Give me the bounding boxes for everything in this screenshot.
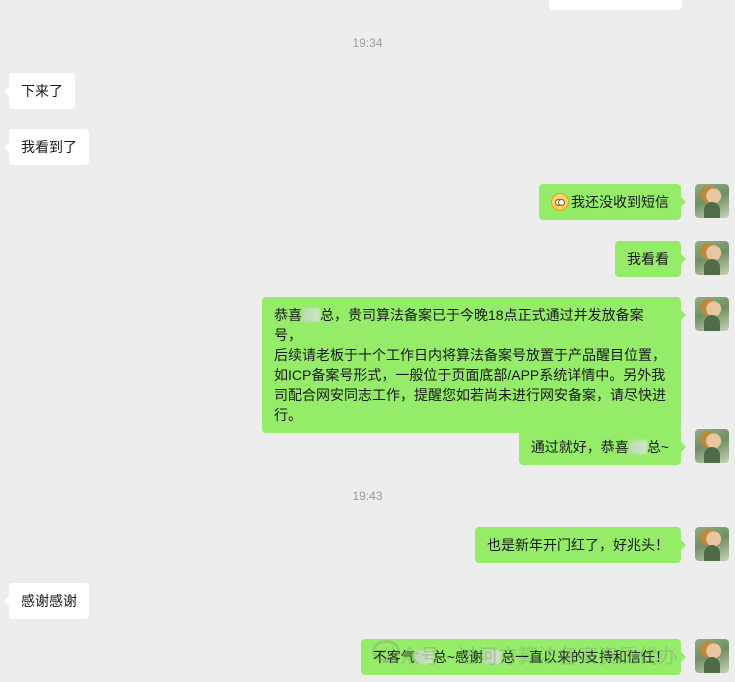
avatar[interactable]	[695, 184, 729, 218]
avatar[interactable]	[695, 639, 729, 673]
outgoing-message[interactable]: 我还没收到短信	[539, 184, 686, 220]
timestamp: 19:43	[352, 489, 383, 503]
message-text: 恭喜	[274, 307, 302, 323]
message-text: 总一直以来的支持和信任！	[501, 649, 669, 665]
incoming-message[interactable]: 下来了	[4, 73, 75, 109]
redacted-name	[302, 308, 320, 322]
incoming-message[interactable]: 我看到了	[4, 129, 89, 165]
avatar[interactable]	[695, 241, 729, 275]
timestamp: 19:34	[352, 36, 383, 50]
message-text: 我还没收到短信	[571, 194, 669, 210]
message-text: 总~感谢	[432, 649, 483, 665]
message-text: 也是新年开门红了，好兆头！	[487, 537, 669, 553]
message-line: 行。	[274, 407, 302, 423]
avatar[interactable]	[695, 297, 729, 331]
avatar[interactable]	[695, 429, 729, 463]
message-line: 司配合网安同志工作，提醒您如若尚未进行网安备案，请尽快进	[274, 387, 666, 403]
message-line: 恭喜 总，贵司算法备案已于今晚18点正式通过并发放备案号，	[274, 305, 669, 345]
message-line: 如ICP备案号形式，一般位于页面底部/APP系统详情中。另外我	[274, 367, 666, 383]
avatar[interactable]	[695, 527, 729, 561]
outgoing-message[interactable]: 不客气 总~感谢 总一直以来的支持和信任！	[360, 639, 687, 675]
watermark-logo-icon	[372, 640, 400, 662]
outgoing-message[interactable]: 我看看	[615, 241, 686, 277]
chat-window[interactable]: 19:34 下来了 我看到了 我还没收到短信 我看看 恭喜 总，贵司算法备案已于今…	[0, 0, 735, 682]
message-text: 下来了	[21, 83, 63, 99]
message-text: 我看看	[627, 251, 669, 267]
outgoing-message[interactable]: 也是新年开门红了，好兆头！	[475, 527, 686, 563]
redacted-name	[628, 440, 647, 454]
message-text: 通过就好，恭喜	[530, 439, 629, 455]
message-text: 总，贵司算法备案已于今晚18点正式通过并发放备案号，	[274, 307, 644, 343]
outgoing-message[interactable]: 通过就好，恭喜 总~	[518, 429, 687, 465]
message-text: 感谢感谢	[21, 593, 77, 609]
previous-message-bubble	[549, 0, 682, 10]
message-text: 总~	[646, 439, 669, 455]
message-line: 后续请老板于十个工作日内将算法备案号放置于产品醒目位置，	[274, 347, 666, 363]
incoming-message[interactable]: 感谢感谢	[4, 583, 89, 619]
emoji-face-icon	[551, 193, 569, 211]
outgoing-message[interactable]: 恭喜 总，贵司算法备案已于今晚18点正式通过并发放备案号， 后续请老板于十个工作日…	[262, 297, 686, 433]
redacted-name	[414, 650, 433, 664]
message-text: 我看到了	[21, 139, 77, 155]
redacted-name	[483, 650, 501, 664]
